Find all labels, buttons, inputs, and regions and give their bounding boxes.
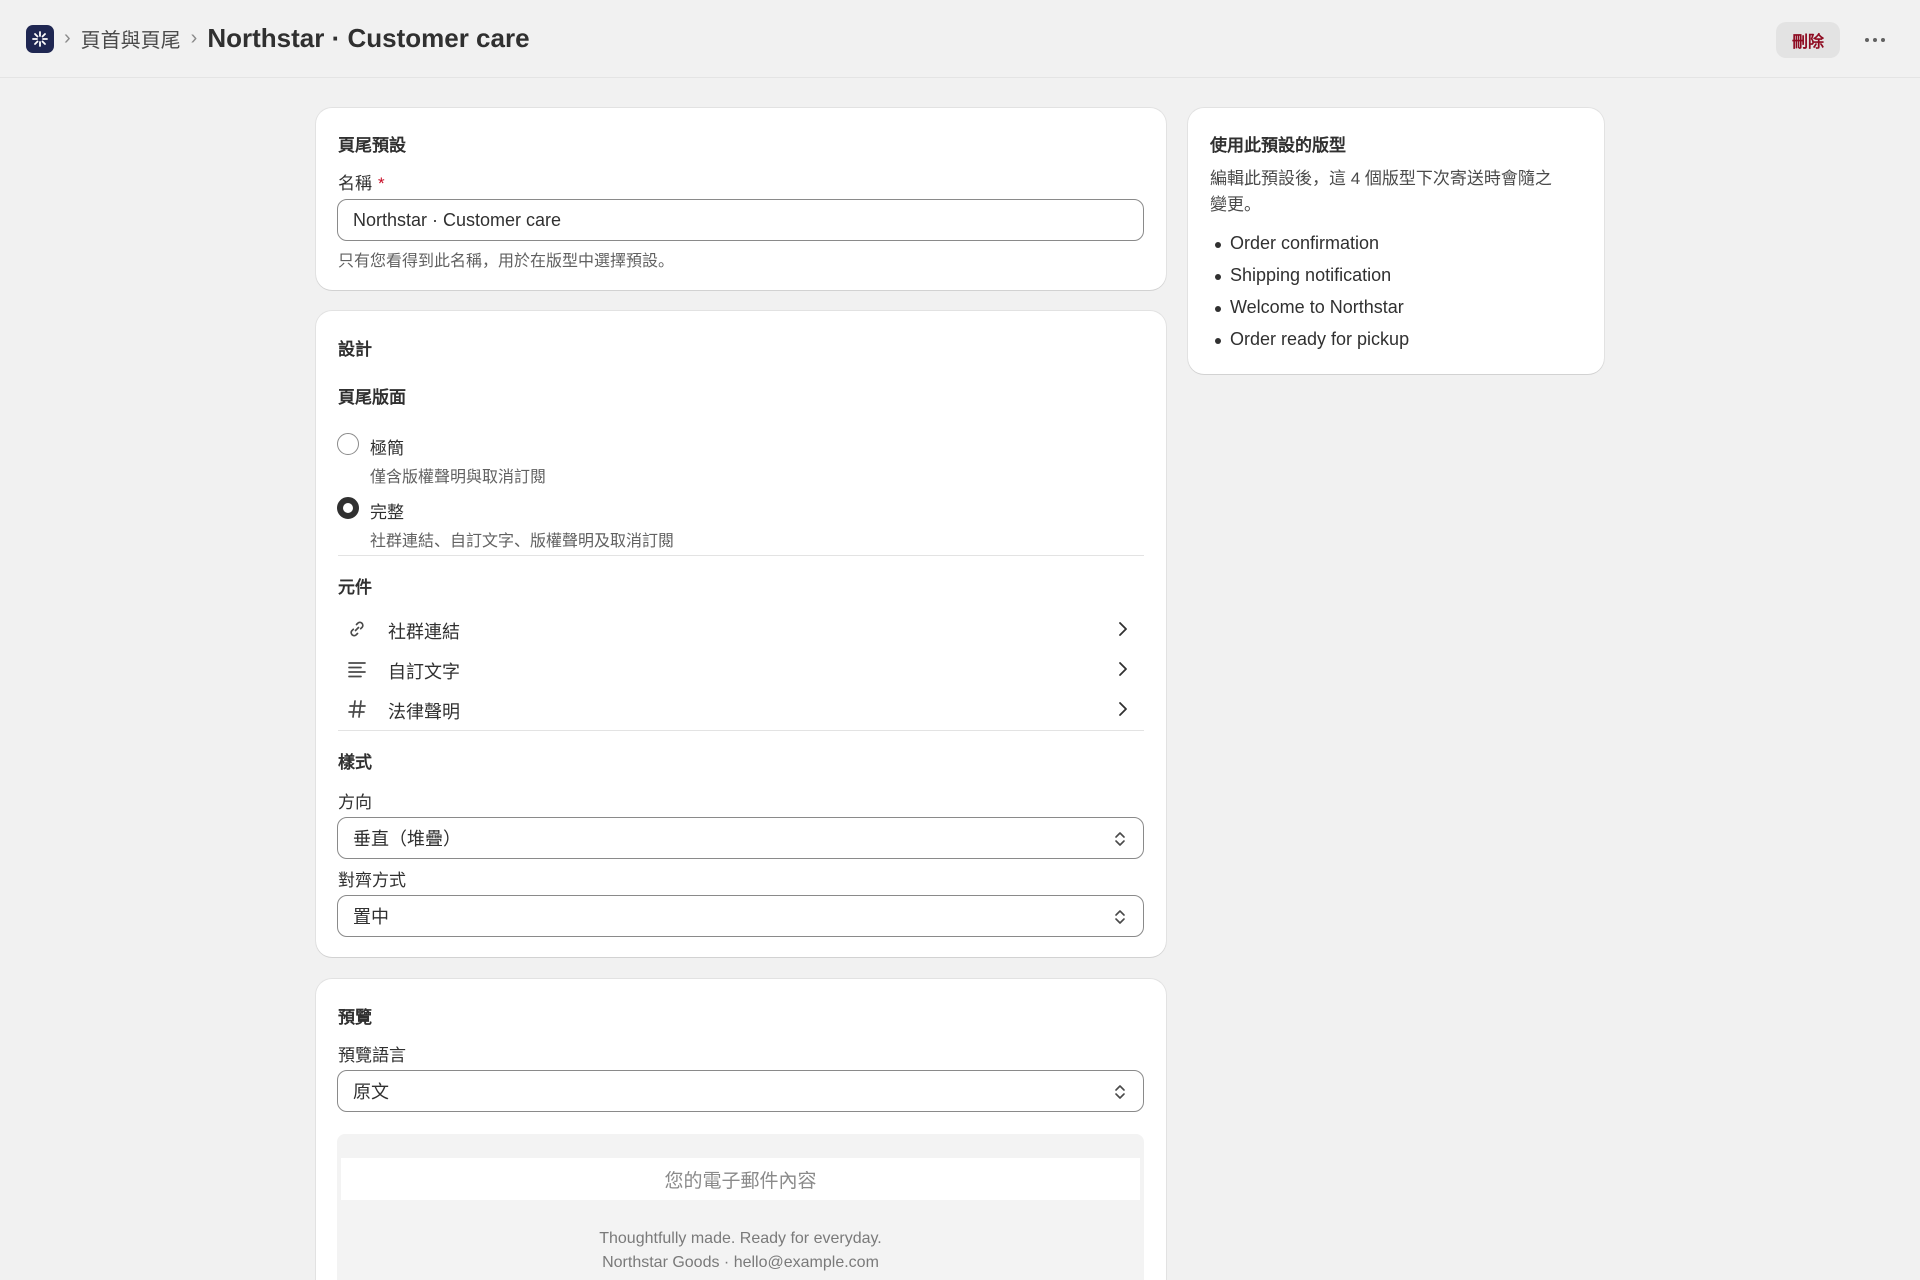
element-label: 自訂文字 [388,662,460,682]
breadcrumb-separator-icon: › [190,27,198,49]
template-list-item: Welcome to Northstar [1230,297,1404,317]
direction-label: 方向 [338,793,372,812]
name-label-text: 名稱 [338,174,372,193]
select-arrows-icon [1115,832,1125,846]
top-bar: › 頁首與頁尾 › Northstar · Customer care [0,0,1920,78]
templates-card-title: 使用此預設的版型 [1210,136,1346,155]
radio-full[interactable] [337,497,359,519]
template-list-item: Order confirmation [1230,233,1380,253]
element-row-legal[interactable]: 法律聲明 [338,690,1144,728]
preview-card: 預覽 預覽語言 原文 您的電子郵件內容 Thoughtfully made. R… [316,979,1166,1280]
align-label: 對齊方式 [338,871,406,890]
radio-full-label[interactable]: 完整 [370,498,404,523]
app-logo-icon[interactable] [26,24,54,53]
email-content-placeholder: 您的電子郵件內容 [341,1158,1140,1200]
layout-heading: 頁尾版面 [338,388,406,407]
email-preview: 您的電子郵件內容 Thoughtfully made. Ready for ev… [337,1134,1144,1280]
element-label: 法律聲明 [388,702,460,722]
element-row-social-links[interactable]: 社群連結 [338,610,1144,648]
bullet-icon [1215,274,1221,280]
templates-description-line1: 編輯此預設後，這 4 個版型下次寄送時會隨之 [1210,169,1552,188]
select-arrows-icon [1115,910,1125,924]
direction-select[interactable]: 垂直（堆疊） [337,817,1144,859]
style-heading: 樣式 [338,753,372,772]
hash-icon [346,698,368,720]
preview-language-select[interactable]: 原文 [337,1070,1144,1112]
required-mark: * [378,174,385,193]
design-card-title: 設計 [338,340,372,359]
templates-card: 使用此預設的版型 編輯此預設後，這 4 個版型下次寄送時會隨之 變更。 Orde… [1188,108,1604,374]
align-select[interactable]: 置中 [337,895,1144,937]
element-label: 社群連結 [388,622,460,642]
bullet-icon [1215,338,1221,344]
template-list-item: Order ready for pickup [1230,329,1410,349]
preview-language-value: 原文 [353,1082,389,1102]
page-title: Northstar · Customer care [207,23,530,53]
footer-preview-contact: Northstar Goods · hello@example.com [602,1254,879,1271]
chevron-right-icon [1119,662,1127,676]
more-actions-button[interactable] [1858,24,1892,56]
templates-description-line2: 變更。 [1210,195,1261,214]
link-icon [346,618,368,640]
chevron-right-icon [1119,702,1127,716]
preset-card-title: 頁尾預設 [338,136,406,155]
element-row-custom-text[interactable]: 自訂文字 [338,650,1144,688]
breadcrumb-separator-icon: › [64,27,71,49]
direction-select-value: 垂直（堆疊） [353,829,461,849]
breadcrumb-parent-link[interactable]: 頁首與頁尾 [81,24,181,53]
preset-card: 頁尾預設 名稱 * Northstar · Customer care 只有您看得… [316,108,1166,290]
ellipsis-icon [1865,38,1885,42]
preview-card-title: 預覽 [338,1008,372,1027]
design-card: 設計 頁尾版面 極簡 僅含版權聲明與取消訂閱 完整 社群連結、自訂文字、版權聲明… [316,311,1166,957]
align-select-value: 置中 [353,907,389,927]
radio-full-desc: 社群連結、自訂文字、版權聲明及取消訂閱 [370,533,675,550]
divider [338,555,1144,556]
template-list-item: Shipping notification [1230,265,1392,285]
preview-language-label: 預覽語言 [338,1046,406,1065]
chevron-right-icon [1119,622,1127,636]
bullet-icon [1215,242,1221,248]
radio-minimal[interactable] [337,433,359,455]
elements-heading: 元件 [338,578,372,597]
name-label: 名稱 * [338,169,385,194]
select-arrows-icon [1115,1085,1125,1099]
name-help-text: 只有您看得到此名稱，用於在版型中選擇預設。 [338,253,675,270]
radio-minimal-desc: 僅含版權聲明與取消訂閱 [370,469,547,486]
text-align-icon [346,658,368,680]
radio-minimal-label[interactable]: 極簡 [370,434,404,459]
name-input[interactable]: Northstar · Customer care [337,199,1144,241]
bullet-icon [1215,306,1221,312]
divider [338,730,1144,731]
delete-button[interactable]: 刪除 [1776,22,1840,58]
footer-preview-tagline: Thoughtfully made. Ready for everyday. [599,1230,882,1247]
